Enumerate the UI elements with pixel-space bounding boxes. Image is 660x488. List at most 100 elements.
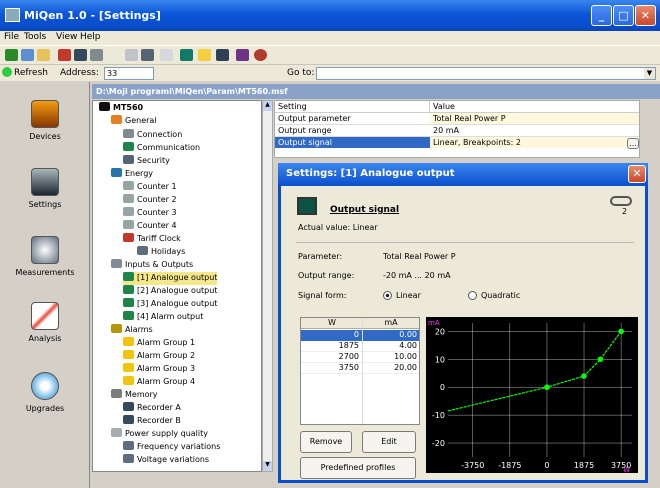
open-folder-icon[interactable] [37,49,50,61]
tree-item-counter-4[interactable]: Counter 4 [123,220,177,233]
predefined-profiles-button[interactable]: Predefined profiles [300,457,416,479]
goto-input[interactable] [316,67,656,80]
tree-item-recorder-b[interactable]: Recorder B [123,415,181,428]
maximize-button[interactable]: □ [613,5,634,26]
download-icon[interactable] [58,49,71,61]
remove-button[interactable]: Remove [300,431,352,453]
menu-tools[interactable]: Tools [24,32,46,42]
table-row[interactable]: 1875 4.00 [301,341,419,352]
tree-item-alarm-group-4[interactable]: Alarm Group 4 [123,376,195,389]
tree-item-alarm-group-3[interactable]: Alarm Group 3 [123,363,195,376]
radio-quadratic[interactable] [468,291,477,300]
table-row[interactable]: 3750 20.00 [301,363,419,374]
counter-icon [123,220,134,229]
tree-item-memory[interactable]: Memory [111,389,158,402]
tree-item-general[interactable]: General [111,115,157,128]
dialog-close-button[interactable]: ✕ [628,165,646,183]
tree-item-power-supply-quality[interactable]: Power supply quality [111,428,208,441]
device-icon[interactable] [180,49,193,61]
tree-item-alarm-output-4[interactable]: [4] Alarm output [123,311,203,324]
tree-item-analogue-output-3[interactable]: [3] Analogue output [123,298,217,311]
scroll-up-icon[interactable]: ▲ [263,101,272,111]
app-icon [5,8,20,22]
file-path-bar: D:\Moji programi\MiQen\Param\MT560.msf [92,84,660,99]
radio-linear-label[interactable]: Linear [396,291,421,300]
cd-icon [31,372,59,400]
energy-icon [111,168,122,177]
x-tick-label: 0 [544,461,549,470]
tree-item-voltage-variations[interactable]: Voltage variations [123,454,209,467]
sidebar-item-settings[interactable]: Settings [0,168,90,209]
setting-name[interactable]: Output signal [275,137,430,148]
tree-item-recorder-a[interactable]: Recorder A [123,402,181,415]
radio-quadratic-label[interactable]: Quadratic [481,291,520,300]
x-tick-label: -3750 [461,461,484,470]
refresh-button[interactable]: Refresh [14,68,48,78]
sidebar-item-measurements[interactable]: Measurements [0,236,90,277]
tree-item-energy[interactable]: Energy [111,168,153,181]
address-input[interactable]: 33 [104,67,154,80]
close-button[interactable]: ✕ [635,5,656,26]
save-as-icon[interactable] [90,49,103,61]
output-icon [123,311,134,320]
radio-linear[interactable] [383,291,392,300]
window-icon[interactable] [198,49,211,61]
settings-tree[interactable]: MT560 General Connection Communication S… [92,100,262,472]
edit-button[interactable]: Edit [362,431,416,453]
address-label: Address: [60,68,99,78]
open-db-icon[interactable] [21,49,34,61]
tree-item-inputs-outputs[interactable]: Inputs & Outputs [111,259,193,272]
refresh-icon[interactable] [2,67,12,77]
tree-item-counter-3[interactable]: Counter 3 [123,207,177,220]
table-row[interactable]: 2700 10.00 [301,352,419,363]
monitor-icon[interactable] [216,49,229,61]
sidebar-item-devices[interactable]: Devices [0,100,90,141]
setting-value[interactable]: Total Real Power P [430,113,639,125]
counter-icon [123,194,134,203]
tree-item-alarms[interactable]: Alarms [111,324,153,337]
tree-item-communication[interactable]: Communication [123,142,200,155]
tree-item-connection[interactable]: Connection [123,129,182,142]
setting-name[interactable]: Output range [275,125,430,137]
print-preview-icon[interactable] [125,49,138,61]
minimize-button[interactable]: _ [591,5,612,26]
tree-scrollbar[interactable]: ▲ ▼ [262,100,273,472]
sidebar-item-upgrades[interactable]: Upgrades [0,372,90,413]
setting-value[interactable]: Linear, Breakpoints: 2 [430,137,639,148]
tree-item-tariff-clock[interactable]: Tariff Clock [123,233,181,246]
title-bar: MiQen 1.0 - [Settings] _ □ ✕ [0,0,660,31]
tree-item-alarm-group-2[interactable]: Alarm Group 2 [123,350,195,363]
scroll-down-icon[interactable]: ▼ [263,461,272,471]
edit-signal-button[interactable]: ... [627,138,639,149]
chevron-down-icon[interactable]: ▼ [644,68,655,79]
tree-item-analogue-output-2[interactable]: [2] Analogue output [123,285,217,298]
tree-item-alarm-group-1[interactable]: Alarm Group 1 [123,337,195,350]
frequency-icon [123,441,134,450]
save-icon[interactable] [74,49,87,61]
help-icon[interactable] [254,49,267,61]
bell-icon [123,337,134,346]
print-icon[interactable] [141,49,154,61]
menu-help[interactable]: Help [80,32,101,42]
tree-item-frequency-variations[interactable]: Frequency variations [123,441,220,454]
range-label: Output range: [298,271,355,280]
menu-view[interactable]: View [56,32,77,42]
table-row[interactable]: 0 0.00 [301,330,419,341]
tree-item-mt560[interactable]: MT560 [99,102,143,115]
sidebar-item-analysis[interactable]: Analysis [0,302,90,343]
breakpoints-table[interactable]: W mA 0 0.00 1875 4.00 2700 10.00 3750 20… [300,317,420,425]
tree-item-counter-2[interactable]: Counter 2 [123,194,177,207]
column-header-setting: Setting [275,101,430,113]
divider [296,242,634,243]
setting-value[interactable]: 20 mA [430,125,639,137]
tree-item-holidays[interactable]: Holidays [137,246,185,259]
y-tick-label: 0 [440,383,445,392]
tree-item-analogue-output-1[interactable]: [1] Analogue output [123,272,218,285]
toolbar [0,45,660,64]
tree-item-counter-1[interactable]: Counter 1 [123,181,177,194]
setting-name[interactable]: Output parameter [275,113,430,125]
new-icon[interactable] [5,49,18,61]
tree-item-security[interactable]: Security [123,155,170,168]
wizard-icon[interactable] [236,49,249,61]
menu-file[interactable]: File [4,32,19,42]
